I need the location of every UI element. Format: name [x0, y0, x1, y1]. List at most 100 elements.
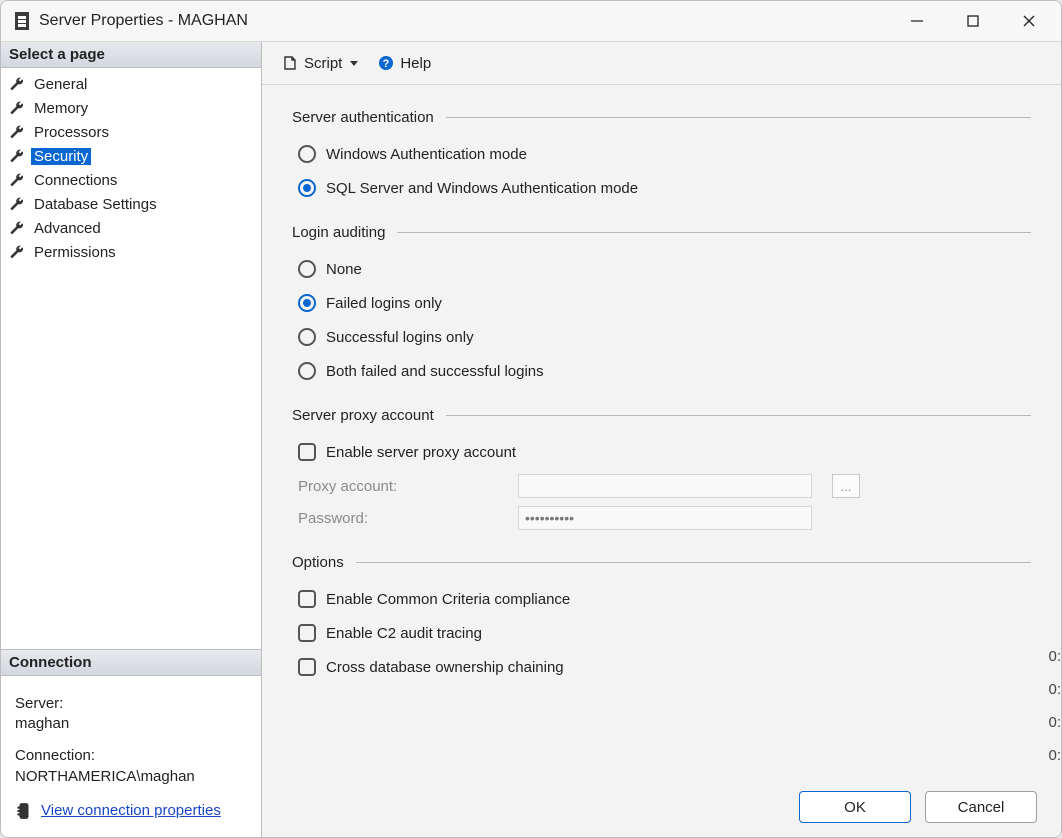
proxy-password-input	[518, 506, 812, 530]
login-auditing-option[interactable]: Both failed and successful logins	[298, 362, 544, 380]
help-button[interactable]: ? Help	[372, 53, 437, 74]
sidebar-page-memory[interactable]: Memory	[5, 96, 261, 120]
server-auth-radio[interactable]	[298, 179, 316, 197]
wrench-icon	[9, 244, 25, 260]
enable-proxy-checkbox[interactable]	[298, 443, 316, 461]
enable-proxy-checkbox-label[interactable]: Enable server proxy account	[298, 443, 516, 461]
connection-label: Connection:	[15, 746, 249, 766]
maximize-button[interactable]	[945, 1, 1001, 41]
sidebar-header: Select a page	[1, 42, 261, 68]
server-label: Server:	[15, 694, 249, 714]
section-title: Login auditing	[292, 224, 385, 241]
browse-proxy-button: ...	[832, 474, 860, 498]
section-server-proxy: Server proxy account Enable server proxy…	[292, 407, 1031, 532]
divider	[446, 117, 1031, 118]
login-auditing-option[interactable]: Failed logins only	[298, 294, 442, 312]
option-checkbox[interactable]	[298, 624, 316, 642]
properties-icon	[15, 802, 33, 820]
login-auditing-radio[interactable]	[298, 294, 316, 312]
sidebar-page-general[interactable]: General	[5, 72, 261, 96]
sidebar-page-database-settings[interactable]: Database Settings	[5, 192, 261, 216]
wrench-icon	[9, 148, 25, 164]
divider	[446, 415, 1031, 416]
divider	[397, 232, 1031, 233]
option-label: Enable C2 audit tracing	[326, 625, 482, 642]
sidebar-page-label: Connections	[31, 172, 120, 189]
sidebar-page-permissions[interactable]: Permissions	[5, 240, 261, 264]
proxy-password-label: Password:	[298, 510, 498, 527]
section-login-auditing: Login auditing None Failed logins only Suc…	[292, 224, 1031, 385]
window-title: Server Properties - MAGHAN	[39, 12, 248, 30]
chevron-down-icon	[350, 61, 358, 66]
cancel-button[interactable]: Cancel	[925, 791, 1037, 823]
sidebar: Select a page General Memory Processors Sec…	[1, 42, 262, 837]
server-auth-label: Windows Authentication mode	[326, 146, 527, 163]
sidebar-page-label: General	[31, 76, 90, 93]
wrench-icon	[9, 172, 25, 188]
login-auditing-radio[interactable]	[298, 260, 316, 278]
option-checkbox[interactable]	[298, 658, 316, 676]
sidebar-page-processors[interactable]: Processors	[5, 120, 261, 144]
section-title: Server authentication	[292, 109, 434, 126]
sidebar-page-label: Security	[31, 148, 91, 165]
page-list: General Memory Processors Security Connectio…	[1, 68, 261, 264]
connection-header: Connection	[1, 649, 261, 676]
login-auditing-label: None	[326, 261, 362, 278]
toolbar: Script ? Help	[262, 42, 1061, 85]
server-auth-option[interactable]: Windows Authentication mode	[298, 145, 527, 163]
wrench-icon	[9, 196, 25, 212]
dialog-footer: OK Cancel	[262, 781, 1061, 837]
login-auditing-radio[interactable]	[298, 328, 316, 346]
help-icon: ?	[378, 55, 394, 71]
login-auditing-label: Failed logins only	[326, 295, 442, 312]
option-label: Enable Common Criteria compliance	[326, 591, 570, 608]
option-item[interactable]: Enable C2 audit tracing	[298, 624, 482, 642]
app-icon	[15, 12, 29, 30]
section-title: Options	[292, 554, 344, 571]
help-label: Help	[400, 55, 431, 72]
proxy-account-label: Proxy account:	[298, 478, 498, 495]
wrench-icon	[9, 100, 25, 116]
server-auth-radio[interactable]	[298, 145, 316, 163]
login-auditing-option[interactable]: Successful logins only	[298, 328, 474, 346]
wrench-icon	[9, 220, 25, 236]
section-server-authentication: Server authentication Windows Authentica…	[292, 109, 1031, 202]
script-icon	[282, 55, 298, 71]
content-area: Server authentication Windows Authentica…	[262, 85, 1061, 781]
sidebar-page-label: Memory	[31, 100, 91, 117]
connection-panel: Server: maghan Connection: NORTHAMERICA\…	[1, 676, 261, 837]
ok-button[interactable]: OK	[799, 791, 911, 823]
close-button[interactable]	[1001, 1, 1057, 41]
sidebar-page-security[interactable]: Security	[5, 144, 261, 168]
login-auditing-label: Both failed and successful logins	[326, 363, 544, 380]
enable-proxy-text: Enable server proxy account	[326, 444, 516, 461]
wrench-icon	[9, 124, 25, 140]
sidebar-page-label: Permissions	[31, 244, 119, 261]
login-auditing-radio[interactable]	[298, 362, 316, 380]
dialog-window: Server Properties - MAGHAN Select a page…	[0, 0, 1062, 838]
option-item[interactable]: Cross database ownership chaining	[298, 658, 564, 676]
option-item[interactable]: Enable Common Criteria compliance	[298, 590, 570, 608]
sidebar-page-connections[interactable]: Connections	[5, 168, 261, 192]
connection-value: NORTHAMERICA\maghan	[15, 767, 249, 787]
section-title: Server proxy account	[292, 407, 434, 424]
titlebar: Server Properties - MAGHAN	[1, 1, 1061, 42]
proxy-account-input	[518, 474, 812, 498]
option-label: Cross database ownership chaining	[326, 659, 564, 676]
server-auth-option[interactable]: SQL Server and Windows Authentication mo…	[298, 179, 638, 197]
login-auditing-label: Successful logins only	[326, 329, 474, 346]
divider	[356, 562, 1031, 563]
option-checkbox[interactable]	[298, 590, 316, 608]
sidebar-page-advanced[interactable]: Advanced	[5, 216, 261, 240]
server-auth-label: SQL Server and Windows Authentication mo…	[326, 180, 638, 197]
script-label: Script	[304, 55, 342, 72]
wrench-icon	[9, 76, 25, 92]
sidebar-page-label: Advanced	[31, 220, 104, 237]
script-button[interactable]: Script	[276, 53, 364, 74]
server-value: maghan	[15, 714, 249, 734]
svg-text:?: ?	[383, 58, 390, 70]
login-auditing-option[interactable]: None	[298, 260, 362, 278]
view-connection-properties-link[interactable]: View connection properties	[41, 801, 221, 821]
minimize-button[interactable]	[889, 1, 945, 41]
dialog-body: Select a page General Memory Processors Sec…	[1, 42, 1061, 837]
